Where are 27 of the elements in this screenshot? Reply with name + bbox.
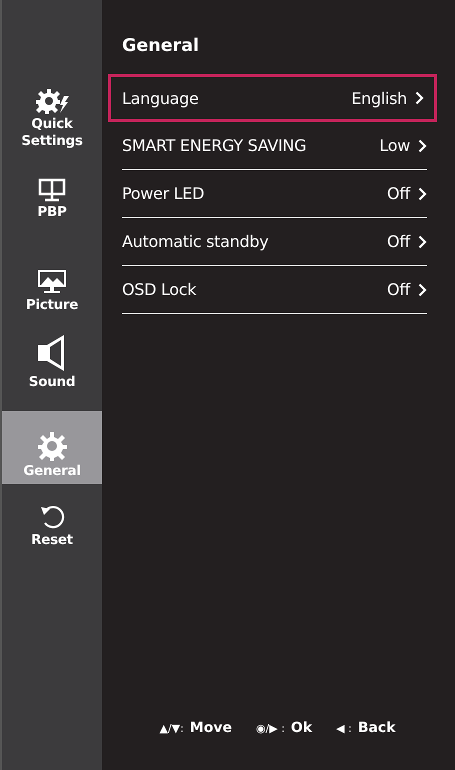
sidebar-item[interactable]: Reset [2, 484, 102, 549]
menu-row[interactable]: Language English [108, 74, 437, 122]
chevron-icon [418, 186, 427, 200]
chevron-icon [418, 282, 427, 296]
gear-lightning-icon [35, 88, 69, 114]
gear-icon [37, 431, 67, 461]
chevron-icon [418, 138, 427, 152]
hint-label: Back [358, 720, 396, 736]
key-symbols: ▲/▼: [159, 722, 184, 734]
panel-title: General [122, 36, 200, 56]
sidebar-item[interactable]: Quick Settings [2, 0, 102, 150]
chevron-icon [415, 91, 424, 105]
speaker-icon [37, 334, 67, 372]
sidebar-item[interactable]: PBP [2, 150, 102, 221]
hint-label: Ok [290, 720, 312, 736]
menu-row[interactable]: Automatic standby Off [122, 218, 427, 266]
chevron-icon [418, 234, 427, 248]
monitor-landscape-icon [37, 269, 67, 295]
hint-label: Move [190, 720, 232, 736]
menu-row[interactable]: Power LED Off [122, 170, 427, 218]
menu-row[interactable]: OSD Lock Off [122, 266, 427, 314]
sidebar-item[interactable]: Sound [2, 314, 102, 391]
menu-row[interactable]: SMART ENERGY SAVING Low [122, 122, 427, 170]
split-screen-icon [38, 178, 66, 202]
key-symbols: ◀ : [336, 722, 352, 734]
sidebar-item[interactable]: Picture [2, 221, 102, 314]
key-symbols: ◉/▶ : [256, 722, 285, 734]
